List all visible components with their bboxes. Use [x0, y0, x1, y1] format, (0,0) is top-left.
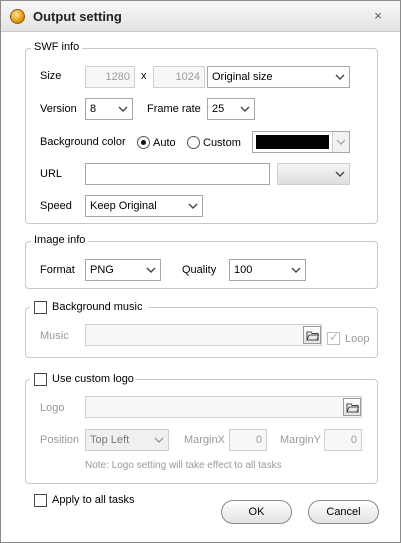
quality-select[interactable]: 100	[229, 259, 306, 281]
speed-label: Speed	[40, 200, 72, 212]
chevron-down-icon	[154, 437, 164, 443]
chevron-down-icon	[336, 139, 346, 145]
quality-value: 100	[234, 264, 253, 276]
position-label: Position	[40, 434, 80, 446]
url-target-select[interactable]	[277, 163, 350, 185]
chevron-down-icon	[118, 106, 128, 112]
custom-logo-label: Use custom logo	[52, 373, 134, 385]
logo-position-value: Top Left	[90, 434, 130, 446]
format-select[interactable]: PNG	[85, 259, 161, 281]
logo-label: Logo	[40, 402, 65, 414]
image-info-legend: Image info	[31, 234, 89, 246]
size-x-separator: x	[141, 70, 147, 82]
logo-position-select[interactable]: Top Left	[85, 429, 169, 451]
chevron-down-icon	[335, 171, 345, 177]
marginy-input[interactable]: 0	[324, 429, 362, 451]
custom-logo-checkbox[interactable]	[34, 373, 47, 386]
bg-auto-label: Auto	[153, 137, 176, 149]
bg-custom-label: Custom	[203, 137, 241, 149]
frame-rate-select[interactable]: 25	[207, 98, 255, 120]
cancel-button[interactable]: Cancel	[308, 500, 379, 524]
size-width-input[interactable]: 1280	[85, 66, 135, 88]
chevron-down-icon	[240, 106, 250, 112]
bg-color-swatch	[256, 135, 329, 149]
version-label: Version	[40, 103, 77, 115]
bg-auto-radio[interactable]	[137, 136, 150, 149]
title-bar: Output setting ×	[1, 1, 400, 32]
frame-rate-value: 25	[212, 103, 225, 115]
output-setting-dialog: Output setting × SWF info Size 1280 x 10…	[0, 0, 401, 543]
bg-color-picker[interactable]	[252, 131, 350, 153]
format-label: Format	[40, 264, 75, 276]
loop-label: Loop	[345, 333, 370, 345]
chevron-down-icon	[335, 74, 345, 80]
folder-icon	[306, 331, 319, 341]
version-value: 8	[90, 103, 97, 115]
ok-button[interactable]: OK	[221, 500, 292, 524]
background-music-checkbox[interactable]	[34, 301, 47, 314]
logo-note: Note: Logo setting will take effect to a…	[85, 460, 282, 471]
bg-custom-radio[interactable]	[187, 136, 200, 149]
url-input[interactable]	[85, 163, 270, 185]
speed-value: Keep Original	[90, 200, 157, 212]
chevron-down-icon	[291, 267, 301, 273]
speed-select[interactable]: Keep Original	[85, 195, 203, 217]
chevron-down-icon	[188, 203, 198, 209]
marginx-input[interactable]: 0	[229, 429, 267, 451]
size-preset-value: Original size	[212, 71, 273, 83]
format-value: PNG	[90, 264, 114, 276]
chevron-down-icon	[146, 267, 156, 273]
size-preset-select[interactable]: Original size	[207, 66, 350, 88]
bg-color-dropdown[interactable]	[332, 132, 349, 152]
logo-browse-button[interactable]	[343, 398, 361, 416]
background-color-label: Background color	[40, 136, 126, 148]
apply-all-checkbox[interactable]	[34, 494, 47, 507]
quality-label: Quality	[182, 264, 217, 276]
size-height-input[interactable]: 1024	[153, 66, 205, 88]
frame-rate-label: Frame rate	[147, 103, 201, 115]
size-label: Size	[40, 70, 62, 82]
marginx-label: MarginX	[184, 434, 225, 446]
url-label: URL	[40, 168, 63, 180]
marginy-label: MarginY	[280, 434, 321, 446]
music-label: Music	[40, 330, 69, 342]
apply-all-label: Apply to all tasks	[52, 494, 135, 506]
background-music-label: Background music	[52, 301, 143, 313]
app-icon	[10, 9, 25, 24]
logo-path-input[interactable]	[85, 396, 362, 418]
folder-icon	[346, 403, 359, 413]
window-title: Output setting	[33, 9, 122, 24]
swf-info-legend: SWF info	[31, 41, 83, 53]
music-path-input[interactable]	[85, 324, 322, 346]
music-browse-button[interactable]	[303, 326, 321, 344]
version-select[interactable]: 8	[85, 98, 133, 120]
close-icon[interactable]: ×	[370, 8, 386, 24]
loop-checkbox[interactable]	[327, 330, 340, 345]
